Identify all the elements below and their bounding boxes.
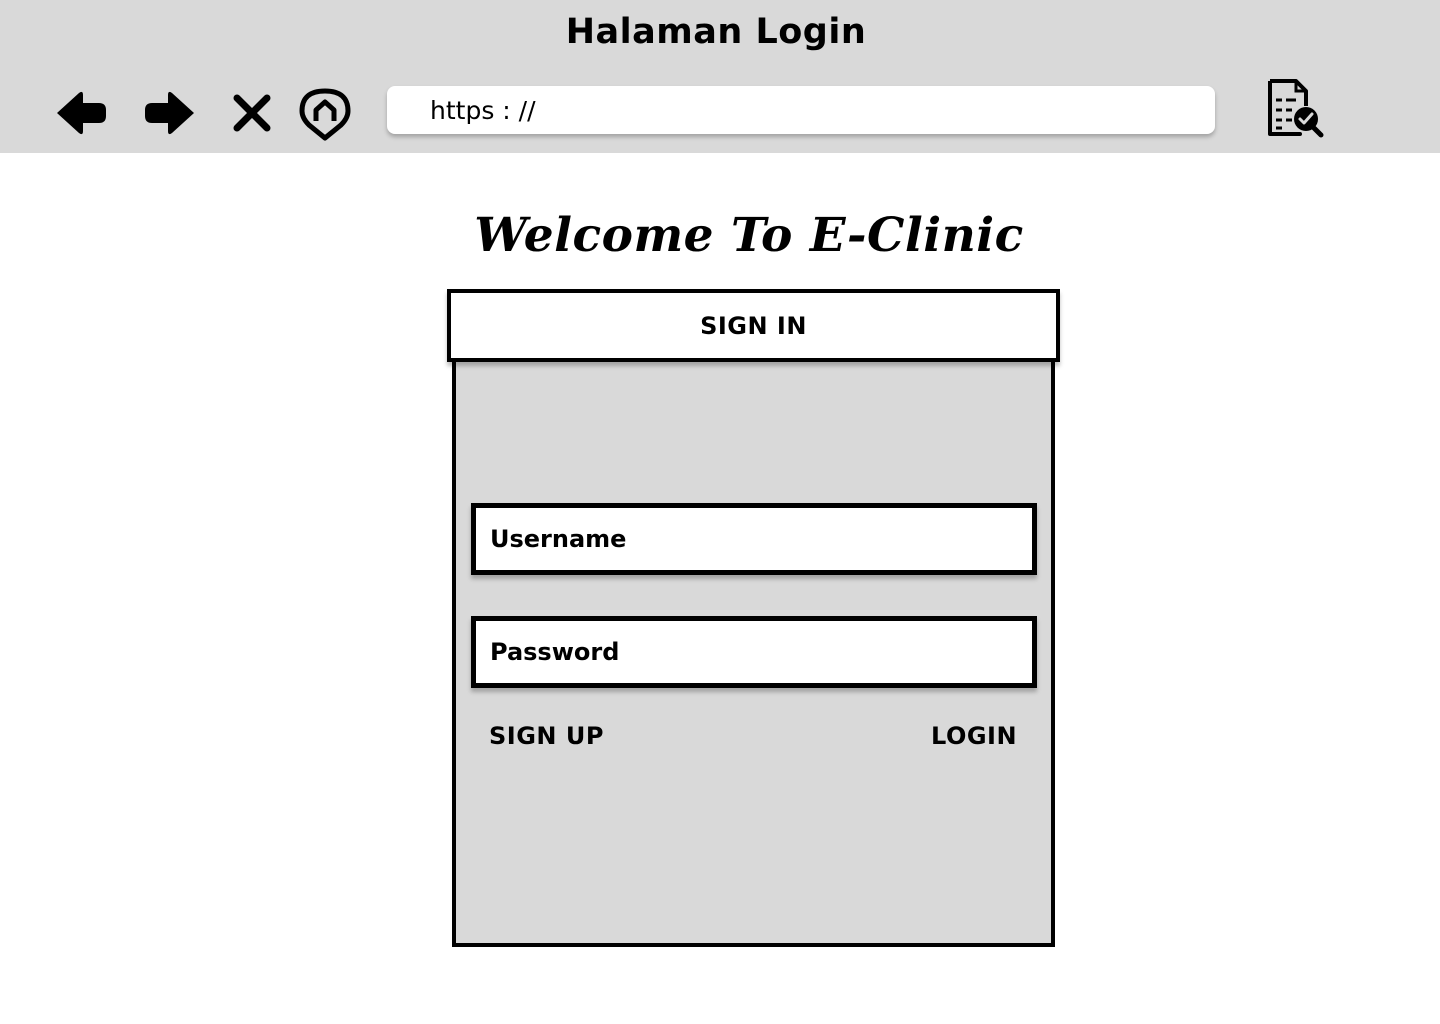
arrow-left-icon[interactable] <box>55 90 107 136</box>
home-icon[interactable] <box>299 87 351 141</box>
browser-toolbar: Halaman Login <box>0 0 1440 153</box>
username-input[interactable] <box>490 525 1032 553</box>
sign-in-header: SIGN IN <box>447 289 1060 362</box>
url-input[interactable] <box>430 95 1215 125</box>
close-icon[interactable] <box>232 93 272 133</box>
document-search-icon[interactable] <box>1266 78 1324 138</box>
window-title: Halaman Login <box>565 12 867 52</box>
username-field[interactable] <box>471 503 1037 575</box>
login-button[interactable]: LOGIN <box>931 722 1017 750</box>
url-bar[interactable] <box>387 86 1215 134</box>
welcome-heading: Welcome To E-Clinic <box>474 208 1024 263</box>
sign-up-link[interactable]: SIGN UP <box>489 722 604 750</box>
arrow-right-icon[interactable] <box>144 90 196 136</box>
password-input[interactable] <box>490 638 1032 666</box>
password-field[interactable] <box>471 616 1037 688</box>
